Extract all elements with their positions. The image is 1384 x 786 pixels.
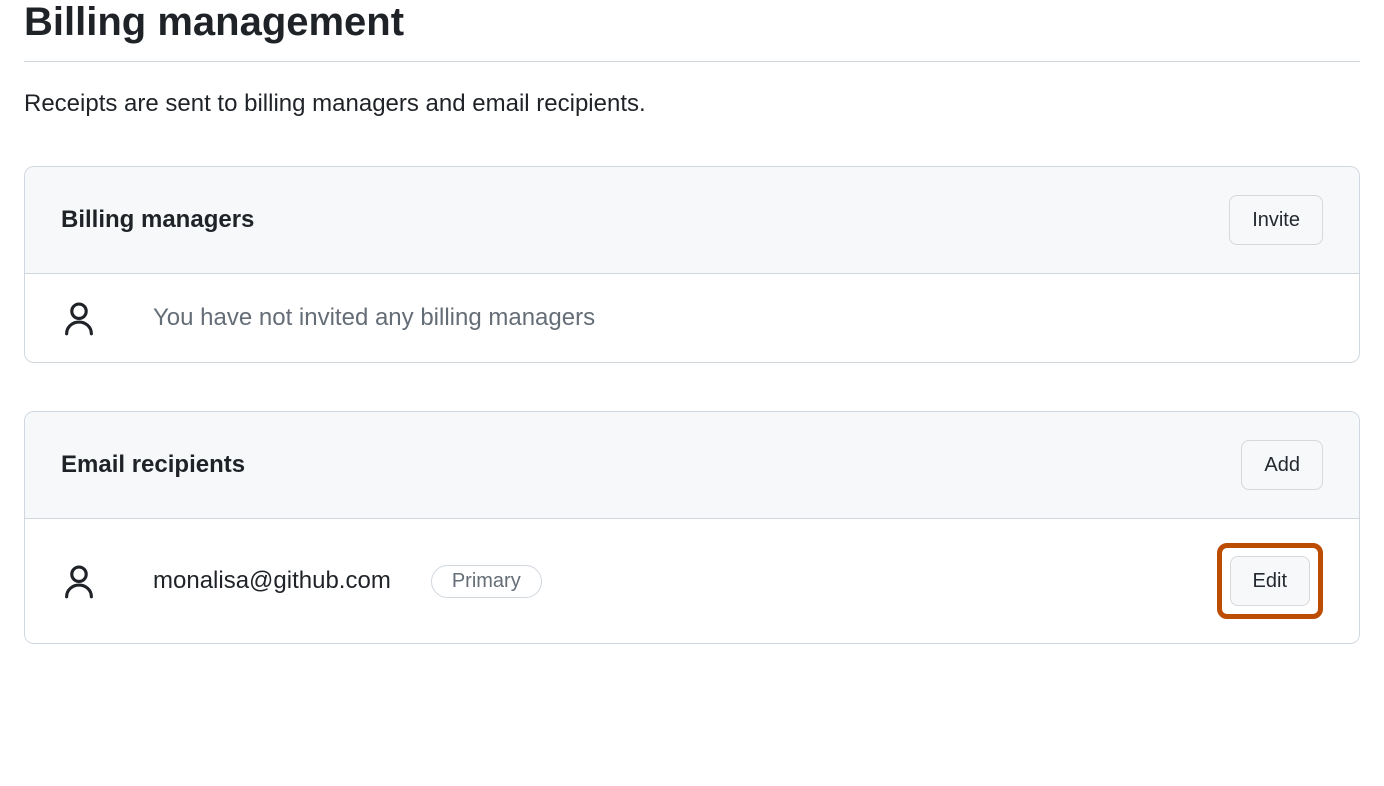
- billing-managers-empty-row: You have not invited any billing manager…: [25, 274, 1359, 362]
- email-recipient-row: monalisa@github.com Primary Edit: [25, 519, 1359, 643]
- primary-badge: Primary: [431, 565, 542, 598]
- billing-managers-empty-text: You have not invited any billing manager…: [153, 304, 595, 332]
- recipient-email: monalisa@github.com: [153, 567, 391, 595]
- invite-button[interactable]: Invite: [1229, 195, 1323, 245]
- person-icon: [61, 561, 97, 601]
- billing-managers-header: Billing managers Invite: [25, 167, 1359, 274]
- billing-managers-title: Billing managers: [61, 206, 254, 234]
- person-icon: [61, 298, 97, 338]
- billing-managers-panel: Billing managers Invite You have not inv…: [24, 166, 1360, 363]
- email-recipients-header: Email recipients Add: [25, 412, 1359, 519]
- email-recipients-title: Email recipients: [61, 451, 245, 479]
- edit-button[interactable]: Edit: [1230, 556, 1310, 606]
- edit-highlight: Edit: [1217, 543, 1323, 619]
- add-button[interactable]: Add: [1241, 440, 1323, 490]
- email-recipients-panel: Email recipients Add monalisa@github.com…: [24, 411, 1360, 644]
- page-title: Billing management: [24, 0, 1360, 62]
- page-description: Receipts are sent to billing managers an…: [24, 90, 1360, 118]
